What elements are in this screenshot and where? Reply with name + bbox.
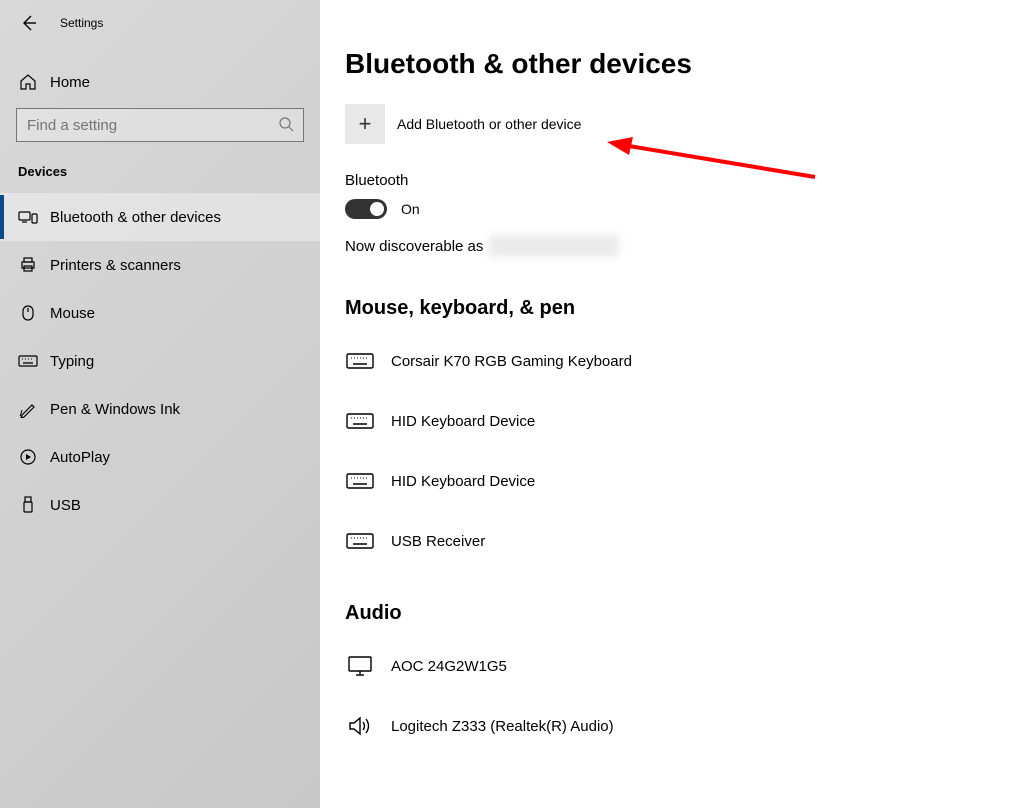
keyboard-icon bbox=[345, 409, 375, 433]
device-label: Corsair K70 RGB Gaming Keyboard bbox=[391, 353, 632, 370]
usb-icon bbox=[18, 495, 38, 515]
sidebar-item-label: Pen & Windows Ink bbox=[50, 401, 180, 418]
sidebar-item-typing[interactable]: Typing bbox=[0, 337, 320, 385]
bluetooth-state: On bbox=[401, 201, 420, 217]
search-wrap bbox=[16, 108, 304, 142]
topbar: Settings bbox=[0, 0, 320, 46]
pen-icon bbox=[18, 399, 38, 419]
sidebar-item-mouse[interactable]: Mouse bbox=[0, 289, 320, 337]
page-title: Bluetooth & other devices bbox=[345, 48, 1031, 80]
device-row[interactable]: Logitech Z333 (Realtek(R) Audio) bbox=[345, 701, 1031, 751]
monitor-icon bbox=[345, 654, 375, 678]
keyboard-icon bbox=[345, 349, 375, 373]
bluetooth-toggle[interactable] bbox=[345, 199, 387, 219]
device-row[interactable]: AOC 24G2W1G5 bbox=[345, 641, 1031, 691]
search-input[interactable] bbox=[16, 108, 304, 142]
printer-icon bbox=[18, 255, 38, 275]
sidebar-item-bluetooth[interactable]: Bluetooth & other devices bbox=[0, 193, 320, 241]
discoverable-text: Now discoverable as bbox=[345, 235, 1031, 257]
left-arrow-icon bbox=[20, 14, 38, 32]
keyboard-icon bbox=[345, 529, 375, 553]
search-icon bbox=[278, 116, 294, 132]
devices-icon bbox=[18, 207, 38, 227]
keyboard-icon bbox=[345, 469, 375, 493]
home-nav[interactable]: Home bbox=[0, 60, 320, 104]
sidebar-item-usb[interactable]: USB bbox=[0, 481, 320, 529]
sidebar-item-label: Typing bbox=[50, 353, 94, 370]
sidebar-item-label: AutoPlay bbox=[50, 449, 110, 466]
device-label: AOC 24G2W1G5 bbox=[391, 658, 507, 675]
home-icon bbox=[18, 72, 38, 92]
sidebar-item-label: USB bbox=[50, 497, 81, 514]
add-device-label: Add Bluetooth or other device bbox=[397, 116, 581, 132]
sidebar-item-pen[interactable]: Pen & Windows Ink bbox=[0, 385, 320, 433]
device-label: USB Receiver bbox=[391, 533, 485, 550]
sidebar-item-label: Bluetooth & other devices bbox=[50, 209, 221, 226]
device-label: Logitech Z333 (Realtek(R) Audio) bbox=[391, 718, 614, 735]
app-title: Settings bbox=[60, 16, 103, 30]
device-row[interactable]: Corsair K70 RGB Gaming Keyboard bbox=[345, 336, 1031, 386]
device-row[interactable]: HID Keyboard Device bbox=[345, 456, 1031, 506]
plus-icon: + bbox=[345, 104, 385, 144]
group-title-input: Mouse, keyboard, & pen bbox=[345, 297, 1031, 320]
bluetooth-heading: Bluetooth bbox=[345, 172, 1031, 189]
discoverable-prefix: Now discoverable as bbox=[345, 238, 483, 255]
autoplay-icon bbox=[18, 447, 38, 467]
device-row[interactable]: USB Receiver bbox=[345, 516, 1031, 566]
device-label: HID Keyboard Device bbox=[391, 413, 535, 430]
mouse-icon bbox=[18, 303, 38, 323]
sidebar-item-label: Printers & scanners bbox=[50, 257, 181, 274]
home-label: Home bbox=[50, 74, 90, 91]
main-content: Bluetooth & other devices + Add Bluetoot… bbox=[345, 0, 1031, 808]
sidebar-item-printers[interactable]: Printers & scanners bbox=[0, 241, 320, 289]
device-row[interactable]: HID Keyboard Device bbox=[345, 396, 1031, 446]
keyboard-icon bbox=[18, 351, 38, 371]
add-device-button[interactable]: + Add Bluetooth or other device bbox=[345, 104, 1031, 144]
sidebar-item-autoplay[interactable]: AutoPlay bbox=[0, 433, 320, 481]
device-label: HID Keyboard Device bbox=[391, 473, 535, 490]
discoverable-name-redacted bbox=[489, 235, 619, 257]
group-title-audio: Audio bbox=[345, 602, 1031, 625]
speaker-icon bbox=[345, 714, 375, 738]
sidebar: Settings Home Devices Bluetooth & other … bbox=[0, 0, 320, 808]
sidebar-item-label: Mouse bbox=[50, 305, 95, 322]
sidebar-section-header: Devices bbox=[0, 158, 320, 193]
back-button[interactable] bbox=[18, 12, 40, 34]
